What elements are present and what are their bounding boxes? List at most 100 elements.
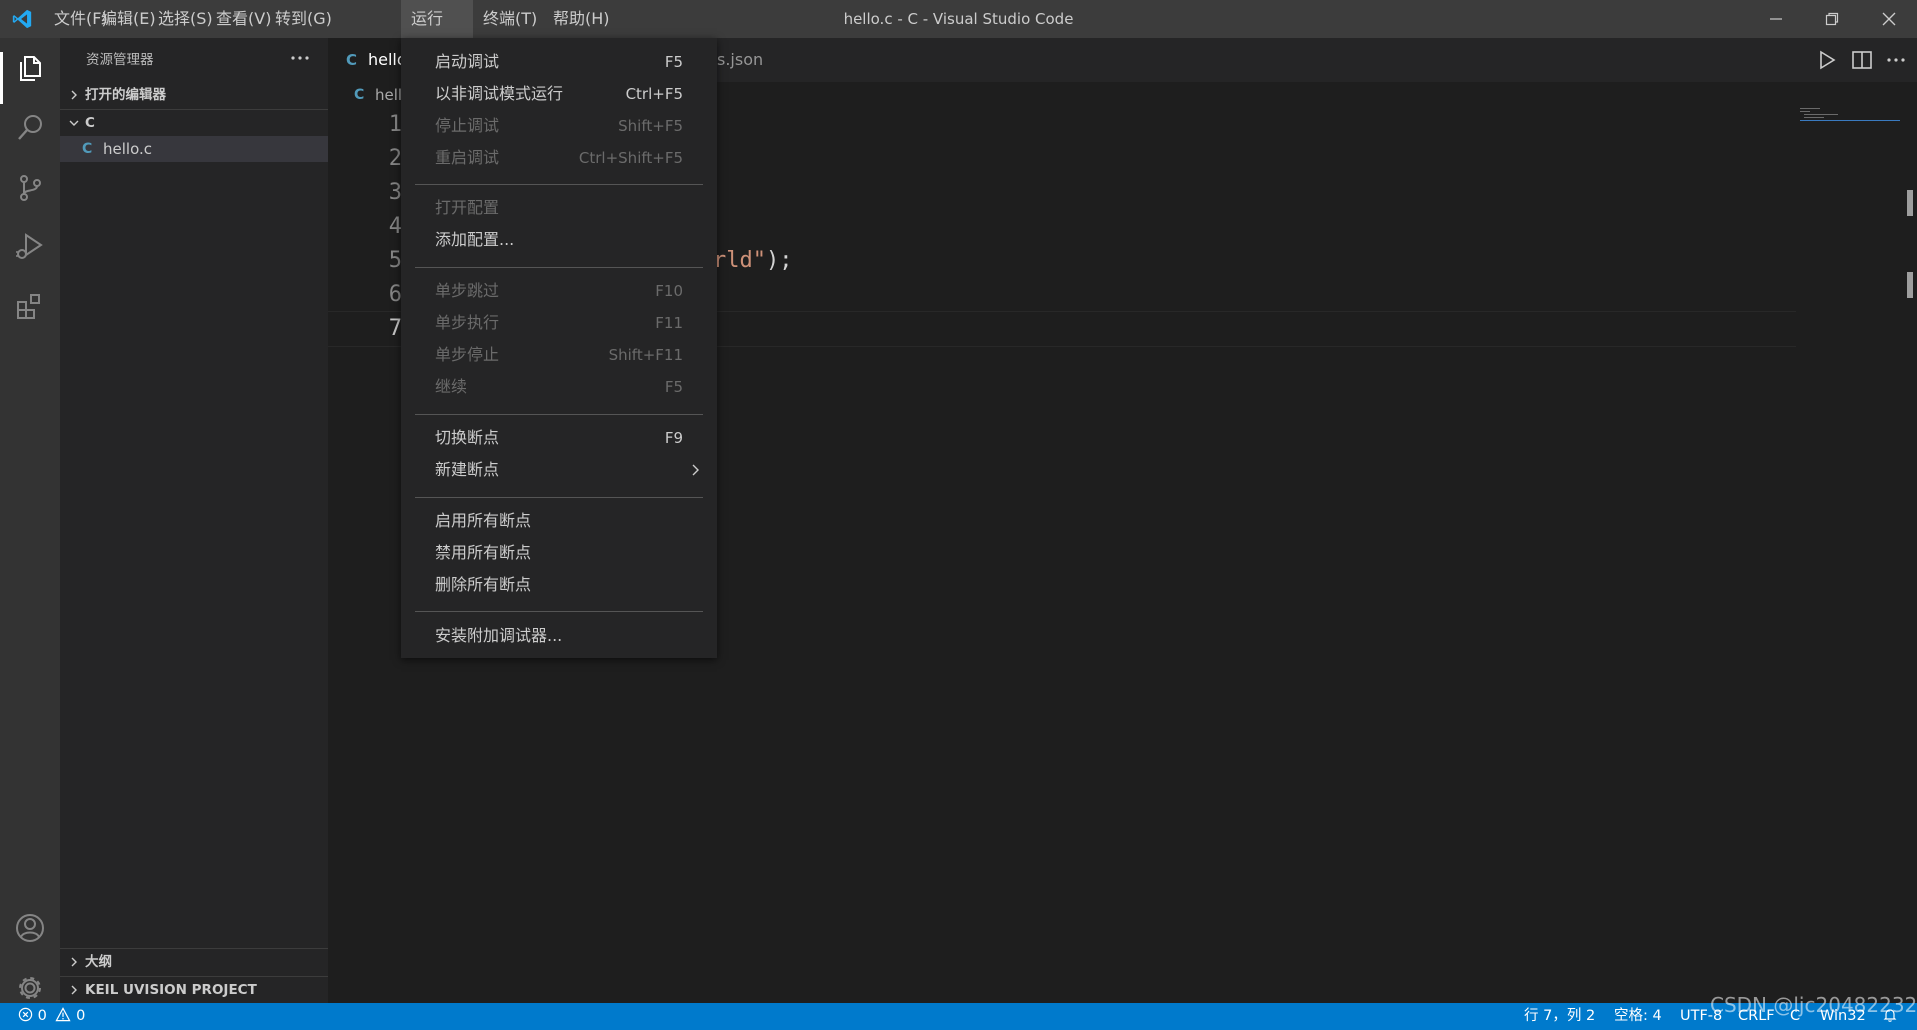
warning-count: 0: [76, 1008, 86, 1024]
menu-remove-all-breakpoints[interactable]: 删除所有断点: [401, 569, 717, 601]
line-number: 2: [388, 146, 402, 171]
menu-separator: [415, 611, 703, 612]
menu-item-label: 切换断点: [435, 428, 500, 447]
line-number: 6: [388, 282, 402, 307]
status-bar: 0 0 行 7，列 2 空格: 4 UTF-8 CRLF C Win32: [0, 1003, 1917, 1030]
menu-item-shortcut: Ctrl+Shift+F5: [578, 149, 683, 167]
outline-label: 大纲: [85, 954, 112, 970]
outline-section[interactable]: 大纲: [60, 949, 328, 975]
c-file-icon: C: [354, 87, 365, 103]
vscode-logo-icon[interactable]: [10, 8, 34, 30]
manage-button[interactable]: [10, 968, 50, 1008]
menu-install-additional-debuggers[interactable]: 安装附加调试器...: [401, 620, 717, 652]
menu-item-shortcut: F9: [664, 429, 683, 447]
split-editor-icon[interactable]: [1850, 48, 1874, 72]
menu-continue: 继续 F5: [401, 371, 717, 403]
menu-step-into: 单步执行 F11: [401, 307, 717, 339]
line-number: 7: [388, 316, 402, 341]
menu-item-shortcut: F11: [655, 314, 683, 332]
folder-section[interactable]: C: [60, 110, 328, 136]
title-bar: 文件(F) 编辑(E) 选择(S) 查看(V) 转到(G) 运行(R) 终端(T…: [0, 0, 1917, 66]
menu-item-label: 新建断点: [435, 460, 500, 479]
menu-new-breakpoint[interactable]: 新建断点: [401, 454, 717, 486]
line-number: 5: [388, 248, 402, 273]
menu-item-label: 以非调试模式运行: [435, 84, 564, 103]
menu-disable-all-breakpoints[interactable]: 禁用所有断点: [401, 537, 717, 569]
menu-item-label: 禁用所有断点: [435, 543, 532, 562]
menu-item-label: 添加配置...: [435, 230, 515, 249]
menu-run[interactable]: 运行(R): [401, 0, 473, 66]
menu-step-over: 单步跳过 F10: [401, 275, 717, 307]
tab-json[interactable]: s.json: [717, 38, 763, 82]
menu-goto[interactable]: 转到(G): [265, 0, 342, 38]
run-menu-dropdown: 启动调试 F5 以非调试模式运行 Ctrl+F5 停止调试 Shift+F5 重…: [401, 38, 717, 658]
sidebar-title: 资源管理器: [86, 52, 154, 68]
warning-icon: [55, 1007, 72, 1022]
error-count: 0: [37, 1008, 47, 1024]
code-line-5: rld");: [713, 244, 792, 278]
menu-item-shortcut: F5: [664, 378, 683, 396]
minimap[interactable]: [1800, 106, 1900, 136]
line-number: 4: [388, 214, 402, 239]
open-editors-section[interactable]: 打开的编辑器: [60, 82, 328, 108]
menu-help[interactable]: 帮助(H): [543, 0, 620, 38]
run-debug-icon: [16, 233, 43, 259]
menu-stop-debugging: 停止调试 Shift+F5: [401, 110, 717, 142]
menu-item-label: 启动调试: [435, 52, 500, 71]
extensions-button[interactable]: [10, 286, 50, 326]
minimize-icon: [1770, 18, 1782, 20]
menu-item-shortcut: F5: [664, 53, 683, 71]
menu-enable-all-breakpoints[interactable]: 启用所有断点: [401, 505, 717, 537]
explorer-sidebar: 资源管理器 打开的编辑器 C C hello.c 大纲 KEIL UVISION…: [60, 38, 328, 1003]
code-punctuation: );: [765, 248, 793, 273]
files-icon: [20, 56, 41, 81]
chevron-right-icon: [71, 957, 77, 967]
keil-section[interactable]: KEIL UVISION PROJECT: [60, 977, 328, 1003]
menu-separator: [415, 184, 703, 185]
active-indicator: [0, 52, 3, 104]
menu-item-label: 安装附加调试器...: [435, 626, 563, 645]
run-debug-button[interactable]: [10, 226, 50, 266]
menu-toggle-breakpoint[interactable]: 切换断点 F9: [401, 422, 717, 454]
menu-separator: [415, 497, 703, 498]
menu-start-debugging[interactable]: 启动调试 F5: [401, 46, 717, 78]
menu-run-without-debugging[interactable]: 以非调试模式运行 Ctrl+F5: [401, 78, 717, 110]
c-file-icon: C: [346, 51, 358, 69]
explorer-button[interactable]: [10, 48, 50, 88]
c-file-icon: C: [82, 141, 93, 157]
cursor-position[interactable]: 行 7，列 2: [1524, 1003, 1595, 1030]
more-actions-icon[interactable]: [288, 46, 312, 70]
menu-item-shortcut: Shift+F11: [608, 346, 683, 364]
chevron-down-icon: [69, 120, 79, 126]
close-button[interactable]: [1861, 0, 1917, 38]
problems-indicator[interactable]: 0 0: [18, 1003, 85, 1030]
keil-label: KEIL UVISION PROJECT: [85, 982, 257, 998]
search-button[interactable]: [10, 108, 50, 148]
tab-label: s.json: [717, 50, 764, 69]
menu-item-shortcut: F10: [655, 282, 683, 300]
chevron-right-icon: [692, 464, 699, 476]
source-control-button[interactable]: [10, 168, 50, 208]
restore-icon: [1825, 12, 1839, 26]
menu-item-label: 删除所有断点: [435, 575, 532, 594]
menu-add-configuration[interactable]: 添加配置...: [401, 224, 717, 256]
more-actions-icon[interactable]: [1884, 48, 1908, 72]
scrollbar[interactable]: [1907, 190, 1913, 300]
watermark: CSDN @ljc204822324: [1710, 993, 1917, 1017]
restore-button[interactable]: [1804, 0, 1860, 38]
indentation[interactable]: 空格: 4: [1614, 1003, 1662, 1030]
error-icon: [18, 1007, 33, 1022]
close-icon: [1882, 12, 1896, 26]
extensions-icon: [17, 294, 40, 319]
account-icon: [16, 914, 44, 942]
menu-item-label: 停止调试: [435, 116, 500, 135]
menu-terminal[interactable]: 终端(T): [473, 0, 547, 38]
accounts-button[interactable]: [10, 908, 50, 948]
file-item-hello-c[interactable]: C hello.c: [60, 136, 328, 162]
scroll-marker: [1907, 272, 1913, 298]
menu-item-label: 启用所有断点: [435, 511, 532, 530]
run-code-icon[interactable]: [1815, 48, 1839, 72]
activity-bar: [0, 38, 60, 1003]
scroll-marker: [1907, 190, 1913, 216]
minimize-button[interactable]: [1748, 0, 1804, 38]
